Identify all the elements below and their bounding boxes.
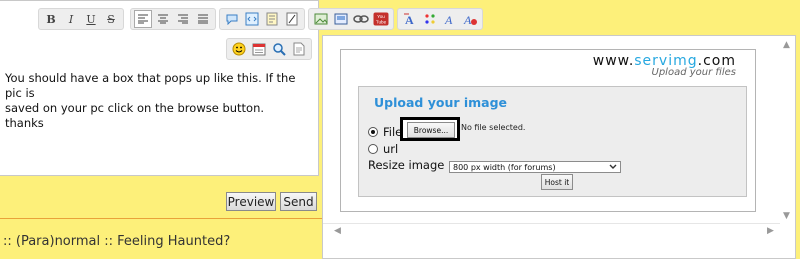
divider — [0, 218, 322, 219]
editor-toolbar-bottom — [226, 38, 312, 60]
scroll-down-icon[interactable]: ▼ — [783, 211, 790, 221]
scroll-left-icon[interactable]: ◀ — [334, 226, 341, 236]
svg-text:A: A — [405, 13, 414, 26]
browse-button[interactable]: Browse... — [407, 122, 455, 138]
preview-button[interactable]: Preview — [226, 192, 276, 211]
clear-format-icon[interactable]: A — [461, 10, 479, 28]
font-size-icon[interactable]: A — [401, 10, 419, 28]
send-button[interactable]: Send — [280, 192, 317, 211]
calendar-icon[interactable] — [250, 40, 268, 58]
align-justify-icon[interactable] — [194, 10, 212, 28]
resize-select[interactable]: 800 px width (for forums) — [449, 161, 621, 173]
forum-breadcrumb[interactable]: :: (Para)normal :: Feeling Haunted? — [3, 234, 230, 249]
upload-title: Upload your image — [374, 95, 508, 110]
upload-panel: www.servimg.com Upload your files Upload… — [340, 49, 756, 212]
vertical-scrollbar[interactable]: ▲ ▼ — [779, 36, 795, 225]
document-icon[interactable] — [290, 40, 308, 58]
font-face-icon[interactable]: A — [441, 10, 459, 28]
italic-icon[interactable]: I — [62, 10, 80, 28]
chevron-down-icon — [609, 163, 617, 172]
search-icon[interactable] — [270, 40, 288, 58]
editor-toolbar-top: B I U S You Tube A A A — [38, 8, 483, 30]
font-color-icon[interactable] — [421, 10, 439, 28]
upload-form: Upload your image File Browse... No file… — [358, 86, 747, 197]
toolbar-group-insert — [219, 8, 305, 30]
scroll-up-icon[interactable]: ▲ — [783, 40, 790, 50]
host-it-button[interactable]: Host it — [541, 174, 573, 190]
resize-label: Resize image — [368, 158, 445, 172]
url-label: url — [383, 142, 399, 156]
strikethrough-icon[interactable]: S — [102, 10, 120, 28]
edit-icon[interactable] — [283, 10, 301, 28]
link-icon[interactable] — [352, 10, 370, 28]
upload-popup-window: www.servimg.com Upload your files Upload… — [322, 35, 796, 259]
underline-icon[interactable]: U — [82, 10, 100, 28]
image-icon[interactable] — [312, 10, 330, 28]
logo-tagline: Upload your files — [651, 67, 736, 78]
align-right-icon[interactable] — [174, 10, 192, 28]
svg-text:You: You — [377, 14, 385, 19]
scroll-right-icon[interactable]: ▶ — [767, 226, 774, 236]
message-line: saved on your pc click on the browse but… — [5, 101, 265, 115]
horizontal-scrollbar[interactable]: ◀ ▶ — [323, 223, 780, 240]
youtube-icon[interactable]: You Tube — [372, 10, 390, 28]
svg-text:A: A — [444, 13, 453, 26]
align-left-icon[interactable] — [134, 10, 152, 28]
toolbar-group-extras — [226, 38, 312, 60]
message-editor[interactable]: B I U S You Tube A A A You should have a box tha… — [0, 0, 483, 176]
message-textarea[interactable]: You should have a box that pops up like … — [5, 71, 313, 131]
host-image-icon[interactable] — [332, 10, 350, 28]
toolbar-group-format: BIUS — [38, 8, 124, 30]
svg-text:A: A — [463, 13, 472, 26]
toolbar-group-font: AAA — [397, 8, 483, 30]
toolbar-group-align — [130, 8, 216, 30]
smiley-icon[interactable] — [230, 40, 248, 58]
servimg-logo: www.servimg.com Upload your files — [592, 53, 736, 78]
message-line: thanks — [5, 116, 44, 130]
svg-text:Tube: Tube — [376, 20, 387, 25]
align-center-icon[interactable] — [154, 10, 172, 28]
file-radio[interactable] — [368, 127, 378, 137]
code-icon[interactable] — [243, 10, 261, 28]
toolbar-group-media: You Tube — [308, 8, 394, 30]
bold-icon[interactable]: B — [42, 10, 60, 28]
browse-highlight-box: Browse... — [400, 117, 460, 141]
message-line: You should have a box that pops up like … — [5, 71, 300, 100]
spoiler-icon[interactable] — [263, 10, 281, 28]
no-file-status: No file selected. — [461, 123, 526, 132]
quote-icon[interactable] — [223, 10, 241, 28]
resize-select-value: 800 px width (for forums) — [453, 162, 556, 172]
url-radio[interactable] — [368, 144, 378, 154]
